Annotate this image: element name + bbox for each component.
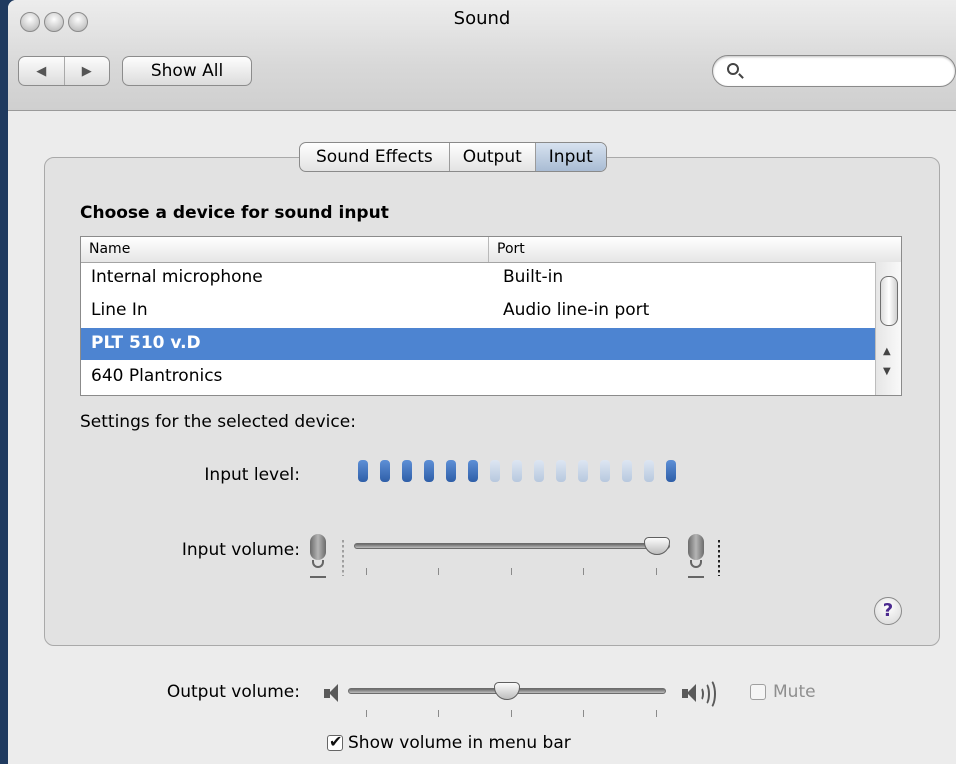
level-segment <box>424 460 434 482</box>
level-segment <box>534 460 544 482</box>
slider-tick <box>366 568 367 575</box>
sound-preferences-window: Sound ◀ ▶ Show All Sound Effects Output … <box>8 0 956 764</box>
input-volume-label: Input volume: <box>181 540 300 560</box>
show-volume-checkbox-box[interactable] <box>327 732 343 751</box>
tab-output[interactable]: Output <box>448 143 535 171</box>
mute-checkbox[interactable]: Mute <box>750 682 816 702</box>
show-volume-checkbox[interactable]: Show volume in menu bar <box>327 732 571 753</box>
device-port: Audio line-in port <box>503 300 650 320</box>
device-name: Internal microphone <box>91 267 263 287</box>
tab-sound-effects[interactable]: Sound Effects <box>300 143 449 171</box>
output-volume-label: Output volume: <box>166 682 300 702</box>
level-segment <box>468 460 478 482</box>
volume-low-indicator <box>342 540 344 576</box>
slider-tick <box>656 710 657 717</box>
slider-tick <box>366 710 367 717</box>
slider-tick <box>583 710 584 717</box>
input-volume-track[interactable] <box>354 543 670 549</box>
table-row[interactable]: Line In Audio line-in port <box>81 295 875 327</box>
level-segment <box>402 460 412 482</box>
tab-input[interactable]: Input <box>534 143 606 171</box>
level-segment <box>446 460 456 482</box>
level-segment <box>622 460 632 482</box>
show-volume-label: Show volume in menu bar <box>348 733 571 753</box>
section-title: Choose a device for sound input <box>80 203 389 223</box>
level-segment <box>380 460 390 482</box>
output-volume-knob[interactable] <box>494 682 520 700</box>
level-segment <box>512 460 522 482</box>
scrollbar-thumb[interactable] <box>880 276 898 326</box>
column-header-name[interactable]: Name <box>89 241 130 257</box>
table-row[interactable]: 640 Plantronics <box>81 361 875 393</box>
slider-tick <box>438 568 439 575</box>
volume-high-indicator <box>718 540 720 576</box>
microphone-low-base <box>310 576 326 578</box>
column-header-port[interactable]: Port <box>497 241 525 257</box>
level-segment <box>600 460 610 482</box>
microphone-high-base <box>688 576 704 578</box>
forward-button[interactable]: ▶ <box>65 57 110 85</box>
device-name: Line In <box>91 300 148 320</box>
table-header: Name Port <box>81 237 901 263</box>
table-row[interactable]: Internal microphone Built-in <box>81 262 875 294</box>
level-segment <box>644 460 654 482</box>
scroll-down-arrow-icon[interactable]: ▼ <box>883 366 891 377</box>
search-input[interactable] <box>747 60 941 84</box>
device-name: PLT 510 v.D <box>91 333 201 353</box>
mute-checkbox-box[interactable] <box>750 684 766 700</box>
vertical-scrollbar[interactable]: ▲ ▼ <box>875 262 901 395</box>
back-forward-control: ◀ ▶ <box>18 56 110 86</box>
slider-tick <box>438 710 439 717</box>
search-field[interactable] <box>712 55 956 87</box>
level-segment <box>556 460 566 482</box>
input-device-table: Name Port Internal microphone Built-in L… <box>80 236 902 396</box>
level-segment <box>578 460 588 482</box>
show-all-button[interactable]: Show All <box>122 56 252 86</box>
input-level-label: Input level: <box>204 465 300 485</box>
level-segment <box>490 460 500 482</box>
slider-tick <box>511 710 512 717</box>
slider-tick <box>583 568 584 575</box>
scroll-up-arrow-icon[interactable]: ▲ <box>883 346 891 357</box>
window-title: Sound <box>453 8 511 29</box>
search-icon <box>727 63 739 75</box>
device-port: Built-in <box>503 267 564 287</box>
column-divider <box>488 237 489 262</box>
level-segment <box>666 460 676 482</box>
back-button[interactable]: ◀ <box>19 57 65 85</box>
title-bar: Sound ◀ ▶ Show All <box>8 0 956 111</box>
microphone-low-icon <box>310 534 326 568</box>
microphone-high-icon <box>688 534 704 568</box>
settings-label: Settings for the selected device: <box>80 412 356 432</box>
tab-bar: Sound Effects Output Input <box>299 142 607 172</box>
slider-tick <box>511 568 512 575</box>
level-segment <box>358 460 368 482</box>
slider-tick <box>656 568 657 575</box>
mute-label: Mute <box>773 682 816 702</box>
help-button[interactable]: ? <box>874 597 902 625</box>
tab-panel <box>44 157 940 646</box>
table-row-selected[interactable]: PLT 510 v.D <box>81 328 875 360</box>
device-name: 640 Plantronics <box>91 366 223 386</box>
